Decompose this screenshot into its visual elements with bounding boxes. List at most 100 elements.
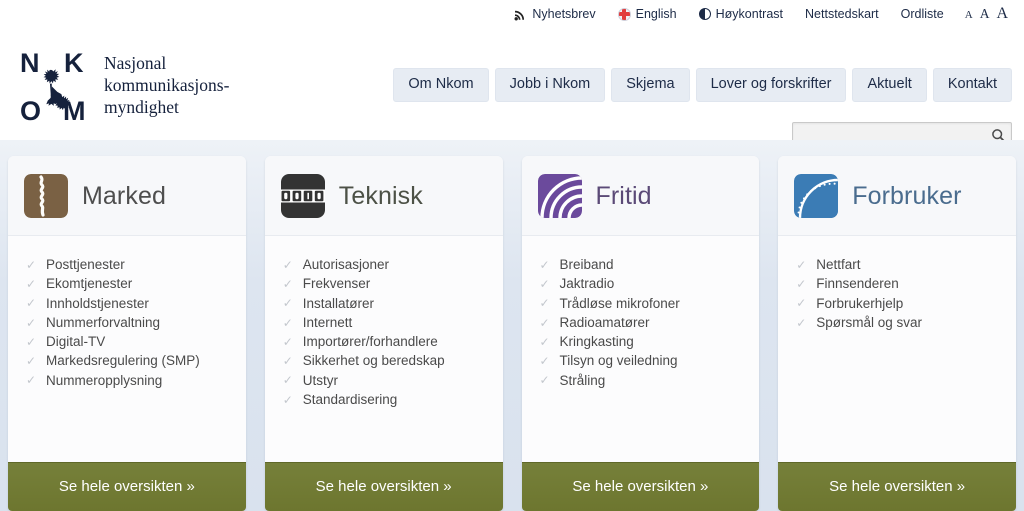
- check-icon: ✓: [539, 276, 550, 291]
- list-item[interactable]: ✓ Stråling: [540, 371, 744, 390]
- check-icon: ✓: [539, 354, 550, 369]
- brand-name-line-2: kommunikasjons-: [104, 75, 230, 96]
- check-icon: ✓: [26, 373, 37, 388]
- brand-logo-link[interactable]: N K O M Nasjonal kommunikasjons- myndigh…: [12, 46, 229, 126]
- list-item-label: Jaktradio: [559, 276, 615, 292]
- list-item-label: Radioamatører: [559, 314, 650, 330]
- card-title: Marked: [82, 181, 166, 210]
- list-item[interactable]: ✓ Digital-TV: [26, 332, 230, 351]
- list-item-label: Kringkasting: [559, 334, 634, 350]
- list-item-label: Markedsregulering (SMP): [46, 353, 200, 369]
- list-item[interactable]: ✓ Kringkasting: [540, 332, 744, 351]
- check-icon: ✓: [539, 257, 550, 272]
- list-item-label: Internett: [302, 314, 353, 330]
- utility-link-nyhetsbrev[interactable]: Nyhetsbrev: [503, 7, 606, 21]
- flag-icon: [617, 7, 631, 21]
- card-header: Teknisk: [264, 156, 503, 236]
- list-item[interactable]: ✓ Installatører: [283, 294, 487, 313]
- check-icon: ✓: [539, 315, 550, 330]
- list-item[interactable]: ✓ Sikkerhet og beredskap: [283, 351, 487, 370]
- list-item[interactable]: ✓ Nettfart: [796, 255, 1000, 274]
- list-item-label: Digital-TV: [46, 334, 106, 350]
- utility-link-label: English: [635, 7, 677, 21]
- list-item[interactable]: ✓ Trådløse mikrofoner: [540, 294, 744, 313]
- list-item[interactable]: ✓ Standardisering: [283, 390, 487, 409]
- card-title: Fritid: [595, 181, 652, 210]
- check-icon: ✓: [26, 276, 37, 291]
- nav-item-skjema[interactable]: Skjema: [611, 68, 690, 102]
- see-full-overview-button[interactable]: Se hele oversikten »: [778, 462, 1016, 511]
- list-item-label: Utstyr: [302, 372, 338, 388]
- list-item-label: Tilsyn og veiledning: [559, 353, 678, 369]
- list-item[interactable]: ✓ Radioamatører: [540, 313, 744, 332]
- check-icon: ✓: [26, 296, 37, 311]
- list-item[interactable]: ✓ Innholdstjenester: [26, 294, 230, 313]
- market-map-icon: [24, 174, 68, 218]
- svg-text:O: O: [20, 96, 41, 126]
- list-item[interactable]: ✓ Breiband: [540, 255, 744, 274]
- list-item-label: Ekomtjenester: [46, 276, 133, 292]
- list-item[interactable]: ✓ Posttjenester: [26, 255, 230, 274]
- list-item[interactable]: ✓ Importører/forhandlere: [283, 332, 487, 351]
- list-item-label: Installatører: [302, 295, 375, 311]
- utility-link-english[interactable]: English: [607, 7, 688, 21]
- list-item-label: Nummeropplysning: [46, 372, 163, 388]
- rss-icon: [514, 8, 527, 21]
- list-item[interactable]: ✓ Utstyr: [283, 371, 487, 390]
- list-item[interactable]: ✓ Autorisasjoner: [283, 255, 487, 274]
- list-item[interactable]: ✓ Nummeropplysning: [26, 371, 230, 390]
- speedometer-icon: [794, 174, 839, 218]
- nav-item-jobb-i-nkom[interactable]: Jobb i Nkom: [494, 68, 606, 102]
- nav-item-om-nkom[interactable]: Om Nkom: [393, 68, 489, 102]
- category-card-teknisk[interactable]: Teknisk ✓ Autorisasjoner ✓ Frekvenser ✓ Ins…: [264, 156, 503, 511]
- main-navigation: Om Nkom Jobb i Nkom Skjema Lover og fors…: [393, 68, 1012, 102]
- check-icon: ✓: [796, 296, 807, 311]
- utility-link-label: Nyhetsbrev: [532, 7, 596, 21]
- see-full-overview-button[interactable]: Se hele oversikten »: [8, 462, 246, 511]
- utility-link-ordliste[interactable]: Ordliste: [890, 7, 955, 21]
- category-card-marked[interactable]: Marked ✓ Posttjenester ✓ Ekomtjenester ✓ In…: [8, 156, 246, 511]
- text-size-small[interactable]: A: [965, 9, 973, 21]
- list-item[interactable]: ✓ Jaktradio: [540, 274, 744, 293]
- list-item[interactable]: ✓ Tilsyn og veiledning: [540, 351, 744, 370]
- card-header: Marked: [8, 156, 246, 236]
- card-link-list: ✓ Nettfart ✓ Finnsenderen ✓ Forbrukerhjelp …: [778, 236, 1016, 462]
- list-item-label: Breiband: [559, 257, 614, 272]
- list-item[interactable]: ✓ Forbrukerhjelp: [796, 294, 1000, 313]
- list-item[interactable]: ✓ Nummerforvaltning: [26, 313, 230, 332]
- category-cards-strip: Marked ✓ Posttjenester ✓ Ekomtjenester ✓ In…: [0, 140, 1024, 511]
- utility-link-hoykontrast[interactable]: Høykontrast: [688, 7, 794, 21]
- nav-item-kontakt[interactable]: Kontakt: [932, 68, 1012, 102]
- utility-link-nettstedskart[interactable]: Nettstedskart: [794, 7, 890, 21]
- brand-name-line-3: myndighet: [104, 96, 179, 117]
- list-item[interactable]: ✓ Spørsmål og svar: [796, 313, 1000, 332]
- card-header: Forbruker: [778, 156, 1016, 236]
- category-card-fritid[interactable]: Fritid ✓ Breiband ✓ Jaktradio ✓ Trådløse mi…: [521, 156, 760, 511]
- svg-text:N: N: [20, 48, 40, 78]
- nav-item-aktuelt[interactable]: Aktuelt: [852, 68, 927, 102]
- check-icon: ✓: [26, 257, 37, 272]
- see-full-overview-button[interactable]: Se hele oversikten »: [521, 462, 760, 511]
- card-title: Forbruker: [852, 181, 962, 210]
- check-icon: ✓: [26, 334, 37, 349]
- list-item-label: Posttjenester: [46, 257, 125, 272]
- list-item[interactable]: ✓ Frekvenser: [283, 274, 487, 293]
- see-full-overview-button[interactable]: Se hele oversikten »: [264, 462, 503, 511]
- text-size-large[interactable]: A: [996, 5, 1008, 23]
- list-item-label: Nettfart: [816, 257, 861, 272]
- category-cards: Marked ✓ Posttjenester ✓ Ekomtjenester ✓ In…: [8, 156, 1016, 511]
- check-icon: ✓: [282, 373, 293, 388]
- list-item[interactable]: ✓ Finnsenderen: [796, 274, 1000, 293]
- nav-item-lover-og-forskrifter[interactable]: Lover og forskrifter: [695, 68, 847, 102]
- utility-link-label: Høykontrast: [715, 7, 784, 21]
- list-item[interactable]: ✓ Markedsregulering (SMP): [26, 351, 230, 370]
- text-size-medium[interactable]: A: [980, 6, 990, 22]
- check-icon: ✓: [796, 315, 807, 330]
- list-item[interactable]: ✓ Internett: [283, 313, 487, 332]
- check-icon: ✓: [796, 276, 807, 291]
- check-icon: ✓: [796, 257, 807, 272]
- category-card-forbruker[interactable]: Forbruker ✓ Nettfart ✓ Finnsenderen ✓ Forbr…: [778, 156, 1016, 511]
- list-item-label: Stråling: [559, 372, 606, 388]
- list-item-label: Trådløse mikrofoner: [559, 295, 680, 311]
- list-item[interactable]: ✓ Ekomtjenester: [26, 274, 230, 293]
